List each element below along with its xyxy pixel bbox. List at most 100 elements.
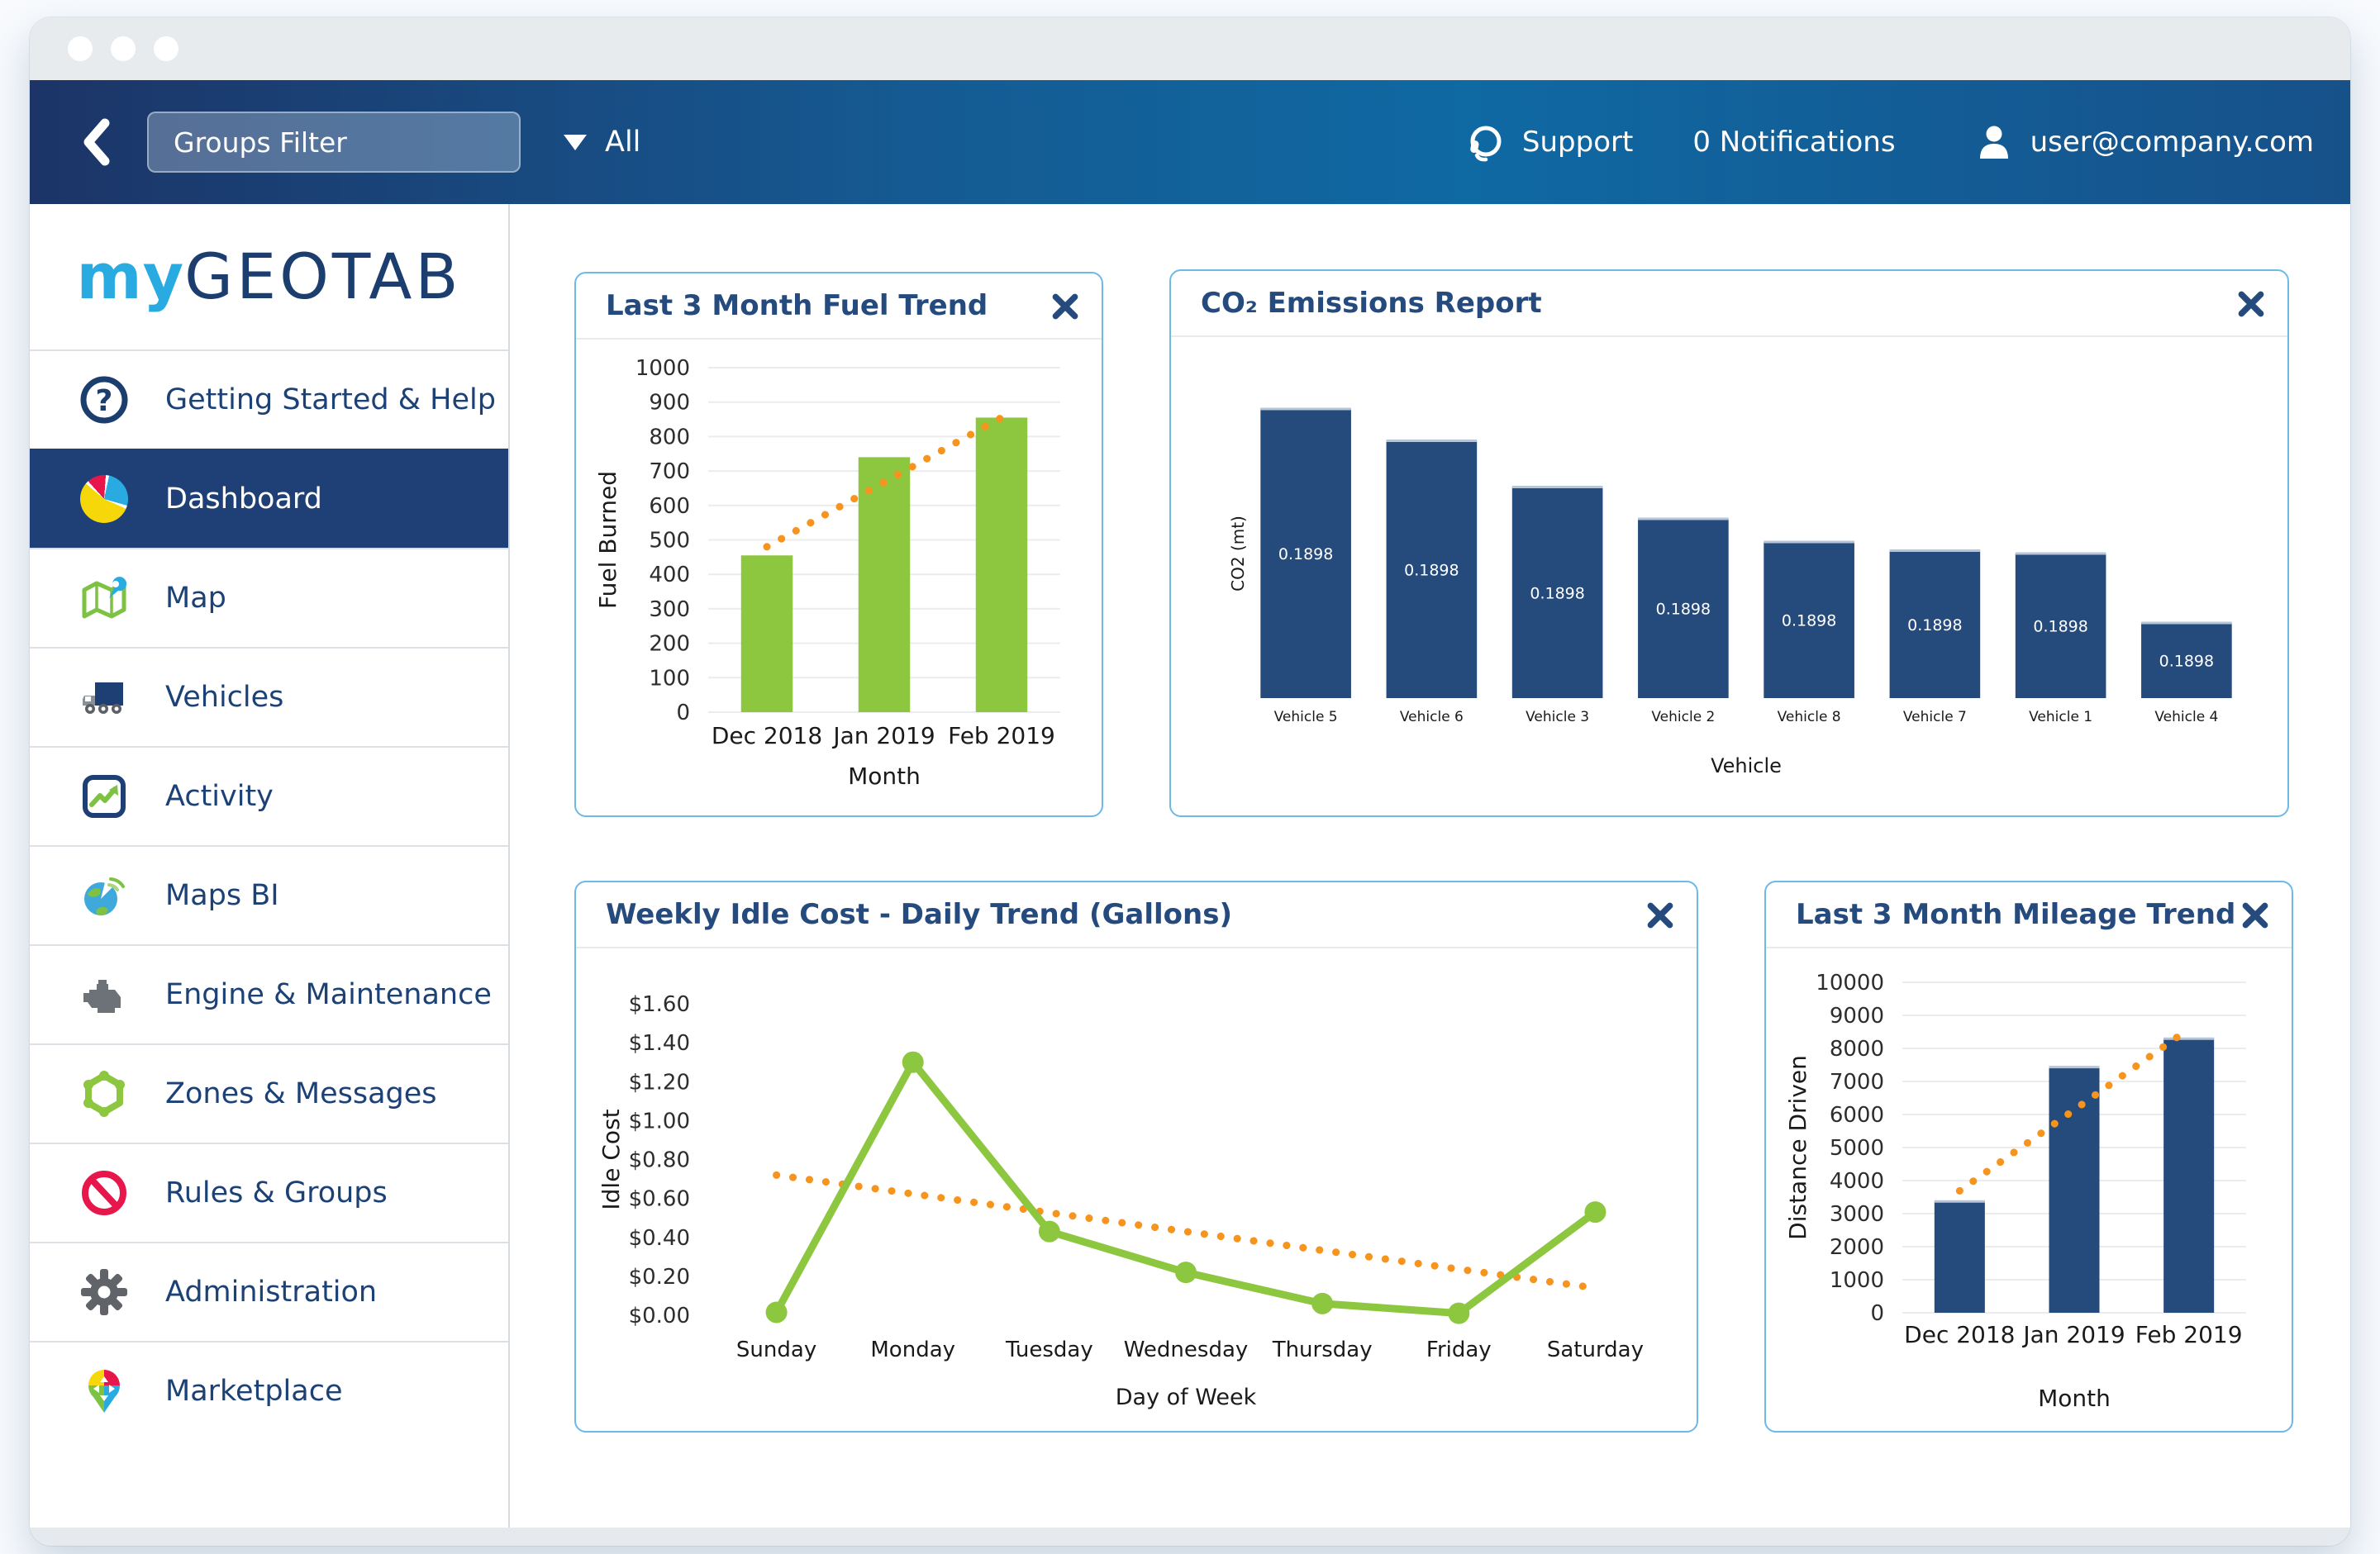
idle-cost-chart: $0.00 $0.20 $0.40 $0.60 $0.80 $1.00 $1.20 $1.40… [576, 950, 1697, 1431]
close-icon[interactable] [2240, 901, 2270, 930]
svg-text:0.1898: 0.1898 [1404, 561, 1459, 579]
sidebar-item-label: Map [165, 582, 226, 615]
svg-text:Vehicle 8: Vehicle 8 [1778, 709, 1841, 725]
activity-icon [78, 770, 131, 823]
svg-text:$1.20: $1.20 [629, 1070, 690, 1095]
sidebar-item-administration[interactable]: Administration [30, 1242, 508, 1341]
card-title: Last 3 Month Fuel Trend [606, 289, 988, 322]
sidebar-item-marketplace[interactable]: Marketplace [30, 1341, 508, 1440]
sidebar-item-maps-bi[interactable]: Maps BI [30, 845, 508, 944]
person-icon [1979, 126, 2008, 159]
close-icon[interactable] [2236, 289, 2266, 319]
svg-text:$0.40: $0.40 [629, 1226, 690, 1251]
svg-text:600: 600 [649, 494, 690, 519]
svg-text:Tuesday: Tuesday [1005, 1338, 1093, 1362]
app-window: Groups Filter All Support 0 Notification… [30, 17, 2350, 1546]
svg-text:Fuel Burned: Fuel Burned [594, 471, 621, 609]
sidebar-item-vehicles[interactable]: Vehicles [30, 647, 508, 746]
window-control-icon[interactable] [154, 36, 178, 61]
map-icon [78, 572, 131, 625]
svg-text:Feb 2019: Feb 2019 [2135, 1321, 2243, 1348]
fuel-trend-chart: 0 100 200 300 400 500 600 700 800 900 1000 Dec 2018… [576, 341, 1102, 815]
dashboard-pie-icon [78, 473, 131, 525]
sidebar-menu: ? Getting Started & Help Dashboard Map V… [30, 349, 508, 1440]
close-icon[interactable] [1645, 901, 1675, 930]
dashboard-main: Last 3 Month Fuel Trend 0 100 200 300 400 500… [510, 204, 2350, 1528]
svg-text:Day of Week: Day of Week [1116, 1385, 1257, 1410]
svg-text:Feb 2019: Feb 2019 [948, 722, 1055, 749]
svg-text:0.1898: 0.1898 [1782, 612, 1836, 630]
co2-emissions-card: CO₂ Emissions Report 0.1898 0.1898 0.1898 0… [1169, 269, 2289, 817]
svg-text:Month: Month [848, 763, 921, 790]
svg-text:4000: 4000 [1830, 1169, 1884, 1194]
svg-text:Vehicle 2: Vehicle 2 [1651, 709, 1715, 725]
svg-text:Dec 2018: Dec 2018 [712, 722, 822, 749]
svg-text:$0.00: $0.00 [629, 1304, 690, 1328]
sidebar-item-getting-started[interactable]: ? Getting Started & Help [30, 349, 508, 449]
desktop-background: Groups Filter All Support 0 Notification… [0, 0, 2380, 1554]
svg-text:700: 700 [649, 459, 690, 484]
groups-filter-input[interactable]: Groups Filter [147, 112, 521, 173]
svg-text:0.1898: 0.1898 [1907, 616, 1962, 634]
svg-text:0: 0 [1870, 1301, 1884, 1326]
close-icon[interactable] [1050, 292, 1080, 321]
card-header: Weekly Idle Cost - Daily Trend (Gallons) [576, 882, 1697, 948]
globe-icon [78, 869, 131, 922]
svg-text:Vehicle 5: Vehicle 5 [1274, 709, 1338, 725]
sidebar-item-dashboard[interactable]: Dashboard [30, 449, 508, 548]
sidebar-item-label: Administration [165, 1276, 378, 1309]
svg-text:Vehicle 6: Vehicle 6 [1400, 709, 1464, 725]
sidebar-item-map[interactable]: Map [30, 548, 508, 647]
user-account-button[interactable]: user@company.com [1974, 122, 2314, 162]
svg-text:900: 900 [649, 391, 690, 416]
sidebar-item-label: Dashboard [165, 482, 322, 516]
svg-text:$0.60: $0.60 [629, 1187, 690, 1212]
svg-text:6000: 6000 [1830, 1103, 1884, 1128]
svg-text:Jan 2019: Jan 2019 [2021, 1321, 2125, 1348]
mileage-trend-chart: 0 1000 2000 3000 4000 5000 6000 7000 8000 9000 100… [1766, 950, 2292, 1431]
svg-text:0.1898: 0.1898 [1278, 545, 1333, 563]
svg-text:Monday: Monday [870, 1338, 955, 1362]
svg-text:0.1898: 0.1898 [1530, 584, 1584, 602]
svg-text:8000: 8000 [1830, 1037, 1884, 1062]
sidebar-item-label: Marketplace [165, 1375, 343, 1408]
marketplace-pin-icon [78, 1365, 131, 1418]
fuel-trend-card: Last 3 Month Fuel Trend 0 100 200 300 400 500… [574, 272, 1103, 817]
svg-text:Saturday: Saturday [1547, 1338, 1644, 1362]
sidebar-item-activity[interactable]: Activity [30, 746, 508, 845]
window-control-icon[interactable] [68, 36, 93, 61]
svg-text:300: 300 [649, 597, 690, 622]
svg-text:0: 0 [676, 701, 690, 725]
svg-text:5000: 5000 [1830, 1136, 1884, 1161]
groups-filter-label: Groups Filter [174, 126, 347, 159]
sidebar-item-engine-maintenance[interactable]: Engine & Maintenance [30, 944, 508, 1043]
gear-icon [78, 1266, 131, 1319]
svg-text:$1.60: $1.60 [629, 992, 690, 1017]
idle-cost-card: Weekly Idle Cost - Daily Trend (Gallons)… [574, 881, 1698, 1433]
svg-text:CO2 (mt): CO2 (mt) [1228, 516, 1248, 592]
svg-text:Month: Month [2038, 1385, 2111, 1412]
top-nav: Groups Filter All Support 0 Notification… [30, 80, 2350, 204]
svg-text:100: 100 [649, 666, 690, 691]
svg-text:Friday: Friday [1426, 1338, 1492, 1362]
sidebar-item-zones-messages[interactable]: Zones & Messages [30, 1043, 508, 1143]
svg-text:Vehicle 4: Vehicle 4 [2154, 709, 2218, 725]
sidebar-item-label: Getting Started & Help [165, 383, 496, 416]
help-icon: ? [78, 373, 131, 426]
svg-text:Thursday: Thursday [1272, 1338, 1373, 1362]
notifications-button[interactable]: 0 Notifications [1692, 126, 1895, 159]
sidebar-item-rules-groups[interactable]: Rules & Groups [30, 1143, 508, 1242]
chevron-left-icon[interactable] [78, 117, 114, 167]
support-button[interactable]: Support [1464, 121, 1633, 164]
sidebar-item-label: Engine & Maintenance [165, 978, 492, 1011]
svg-text:$1.00: $1.00 [629, 1109, 690, 1133]
window-control-icon[interactable] [111, 36, 136, 61]
svg-text:Vehicle 7: Vehicle 7 [1903, 709, 1967, 725]
sidebar-item-label: Activity [165, 780, 274, 813]
svg-text:Vehicle: Vehicle [1711, 754, 1782, 777]
nav-right-group: Support 0 Notifications user@company.com [1464, 121, 2314, 164]
svg-text:Jan 2019: Jan 2019 [831, 722, 935, 749]
groups-filter-value[interactable]: All [605, 126, 640, 159]
svg-text:400: 400 [649, 563, 690, 587]
triangle-down-icon[interactable] [564, 134, 587, 150]
